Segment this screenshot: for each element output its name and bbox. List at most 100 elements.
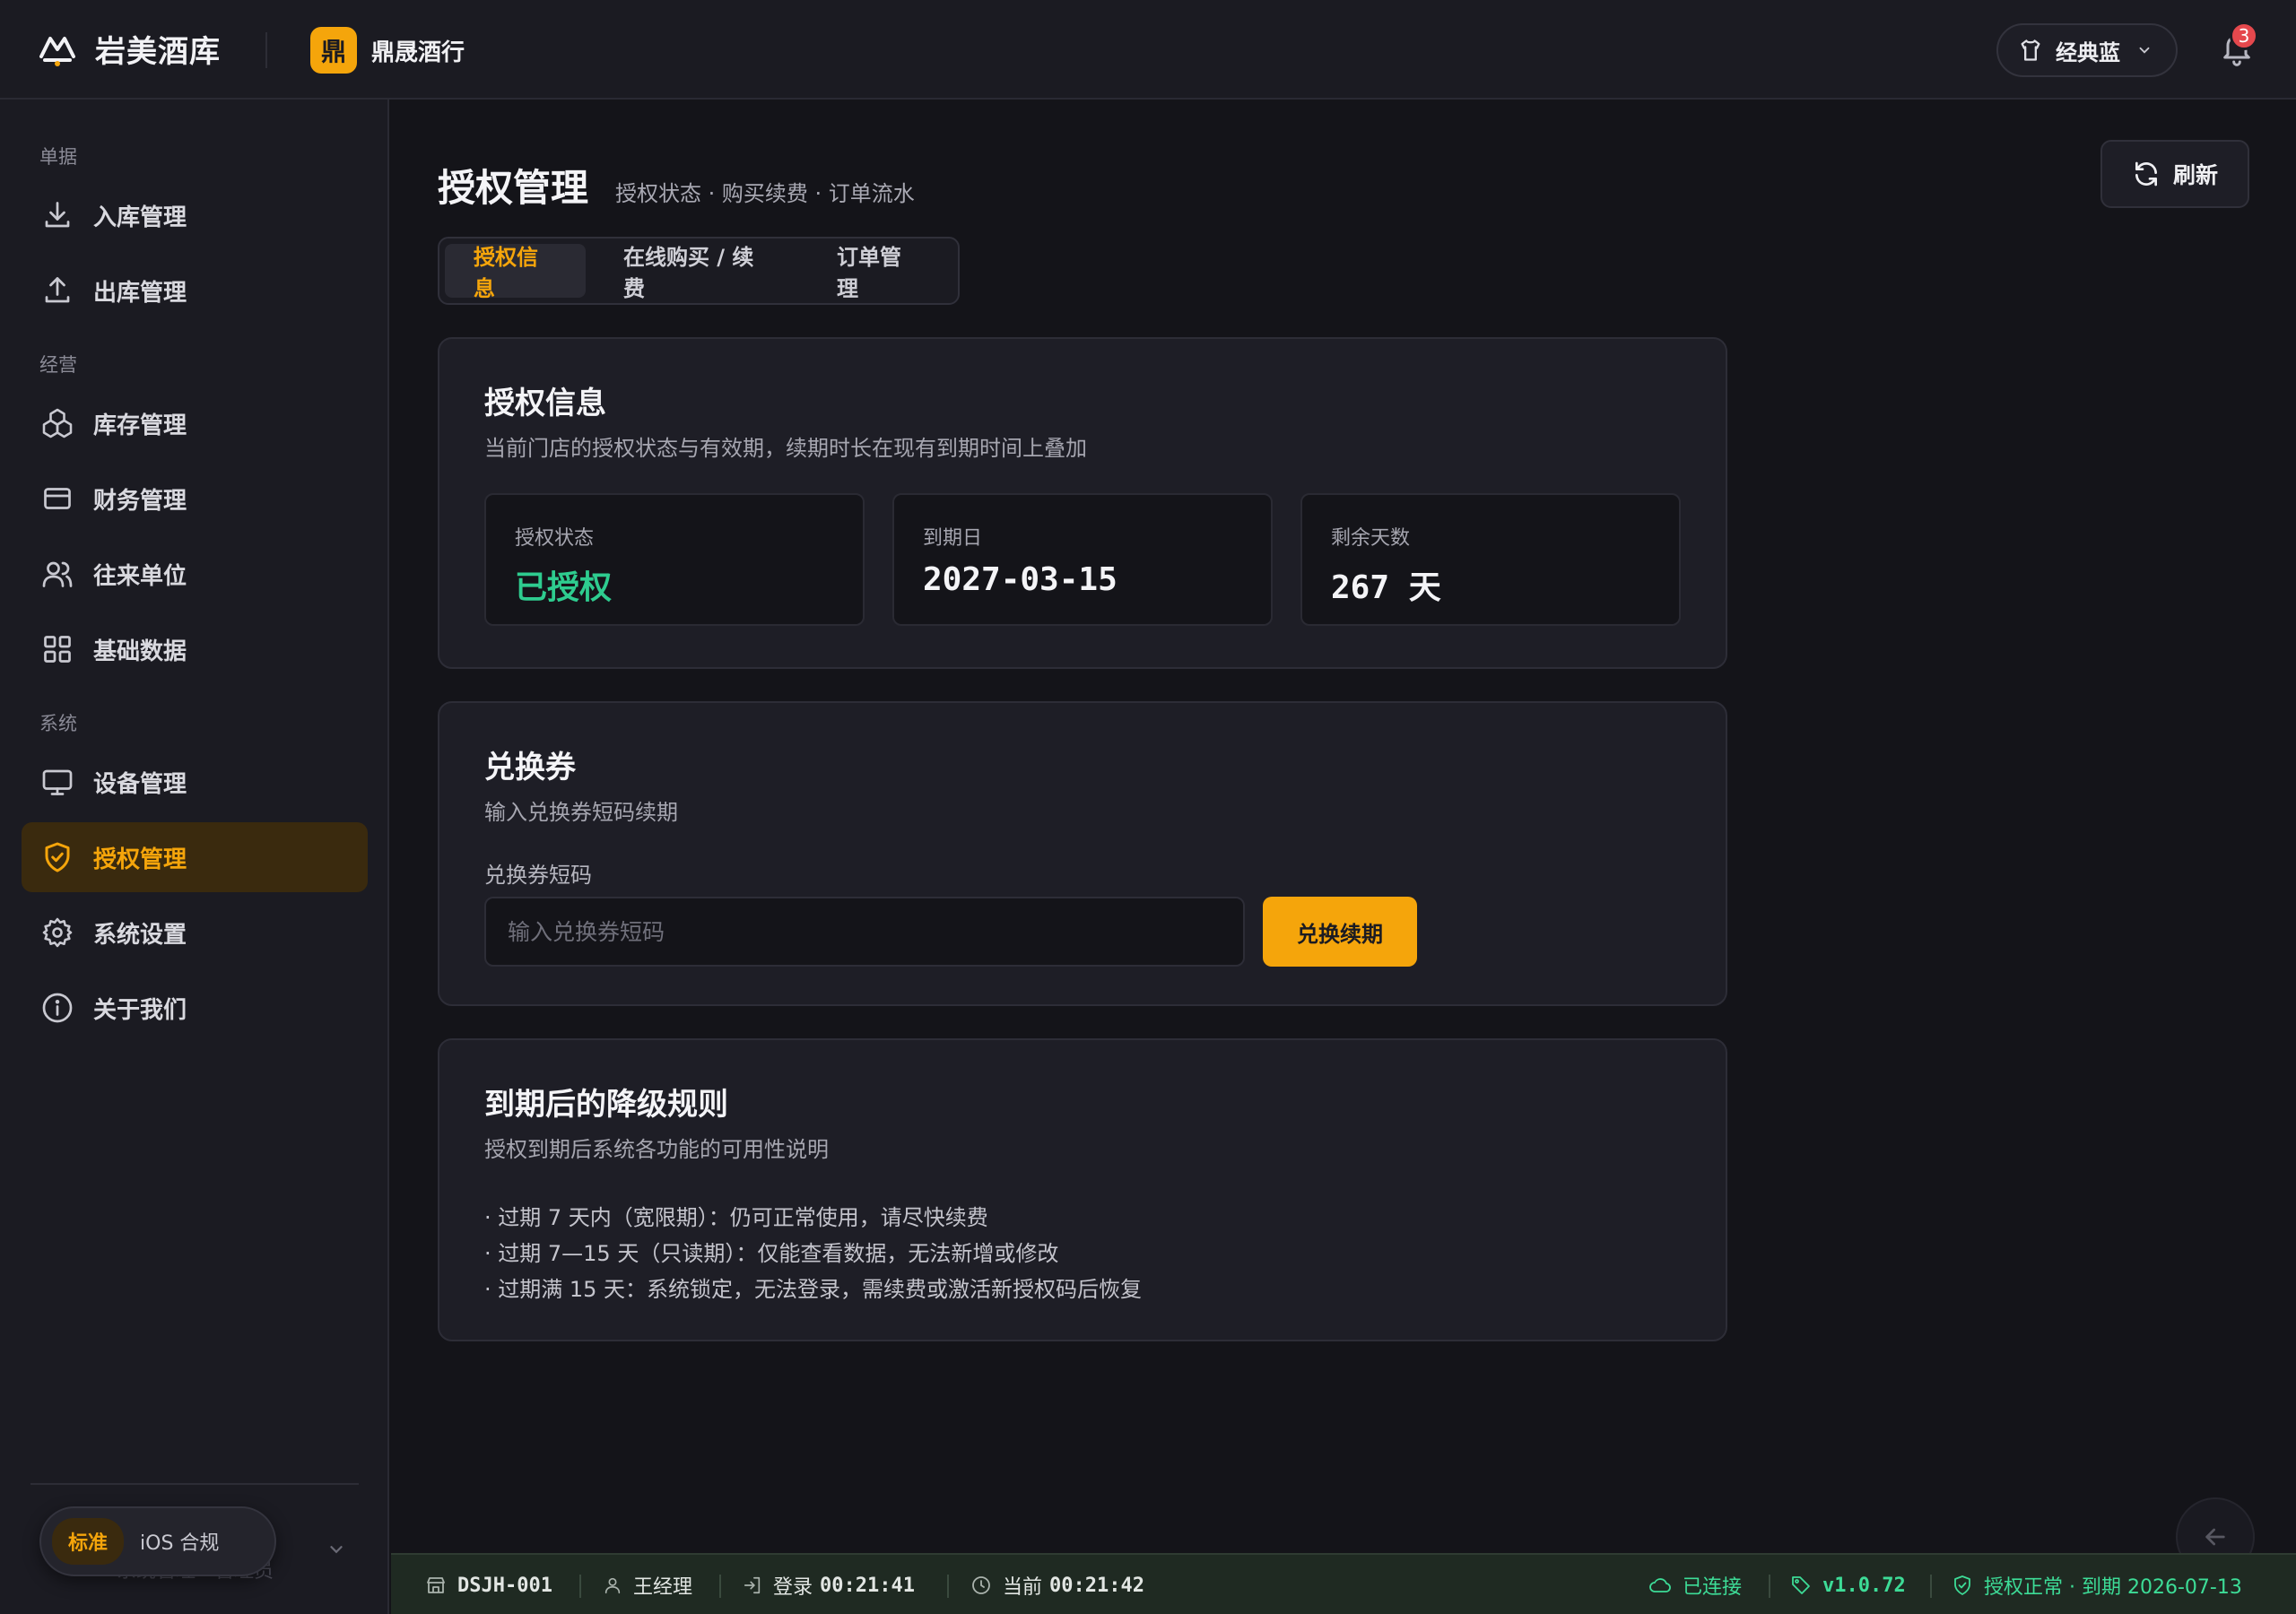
notification-badge: 3	[2230, 22, 2258, 50]
status-login-time: 登录 00:21:41	[743, 1555, 915, 1614]
downgrade-rules-card: 到期后的降级规则 授权到期后系统各功能的可用性说明 · 过期 7 天内（宽限期）…	[438, 1038, 1727, 1341]
rule-item: · 过期满 15 天：系统锁定，无法登录，需续费或激活新授权码后恢复	[484, 1277, 1143, 1302]
stat-remaining-days: 剩余天数 267 天	[1300, 493, 1681, 626]
license-status: 授权正常 · 到期 2026-07-13	[1984, 1576, 2242, 1599]
gear-icon	[41, 916, 74, 949]
sidebar-item-license[interactable]: 授权管理	[22, 822, 368, 892]
users-icon	[41, 558, 74, 590]
status-separator	[1769, 1575, 1770, 1598]
voucher-card: 兑换券 输入兑换券短码续期 兑换券短码 兑换续期	[438, 701, 1727, 1006]
brand[interactable]: 岩美酒库	[38, 27, 221, 71]
sidebar-item-label: 往来单位	[93, 562, 187, 590]
arrow-left-icon	[2201, 1523, 2230, 1551]
refresh-label: 刷新	[2172, 162, 2218, 188]
section-label-business: 经营	[39, 354, 77, 376]
stat-value: 已授权	[515, 569, 613, 606]
current-time: 00:21:42	[1049, 1574, 1144, 1597]
card-description: 当前门店的授权状态与有效期，续期时长在现有到期时间上叠加	[484, 436, 1087, 461]
mountain-logo-icon	[38, 30, 77, 69]
stat-expiry-date: 到期日 2027-03-15	[892, 493, 1273, 626]
connection-status: 已连接	[1683, 1576, 1743, 1599]
mode-ios-option[interactable]: iOS 合规	[124, 1518, 235, 1565]
sidebar-item-label: 入库管理	[93, 204, 187, 231]
status-separator	[1930, 1575, 1932, 1598]
card-description: 输入兑换券短码续期	[484, 800, 678, 825]
theme-selector-button[interactable]: 经典蓝	[1996, 23, 2178, 77]
shirt-icon	[2018, 38, 2043, 63]
status-license: 授权正常 · 到期 2026-07-13	[1952, 1555, 2242, 1614]
sidebar-item-label: 设备管理	[93, 770, 187, 798]
card-title: 兑换券	[484, 750, 576, 785]
tab-purchase-renew[interactable]: 在线购买 / 续费	[589, 244, 804, 301]
card-title: 到期后的降级规则	[484, 1087, 728, 1123]
status-current-time: 当前 00:21:42	[970, 1555, 1144, 1614]
status-separator	[579, 1575, 581, 1598]
tab-license-info[interactable]: 授权信息	[445, 244, 586, 301]
shield-check-icon	[1952, 1575, 1973, 1596]
sidebar-item-inbound[interactable]: 入库管理	[22, 180, 368, 250]
app-version: v1.0.72	[1822, 1574, 1906, 1597]
voucher-field-label: 兑换券短码	[484, 863, 592, 888]
user-icon	[603, 1575, 622, 1595]
sidebar-item-outbound[interactable]: 出库管理	[22, 256, 368, 325]
device-id: DSJH-001	[457, 1574, 552, 1597]
store-switcher[interactable]: 鼎 鼎晟酒行	[310, 27, 465, 74]
sidebar-item-base-data[interactable]: 基础数据	[22, 614, 368, 684]
tab-orders[interactable]: 订单管理	[808, 244, 949, 301]
license-info-card: 授权信息 当前门店的授权状态与有效期，续期时长在现有到期时间上叠加 授权状态 已…	[438, 337, 1727, 669]
sidebar-item-inventory[interactable]: 库存管理	[22, 388, 368, 458]
sidebar-item-settings[interactable]: 系统设置	[22, 898, 368, 968]
store-logo: 鼎	[310, 27, 357, 74]
grid-icon	[41, 633, 74, 665]
section-label-documents: 单据	[39, 146, 77, 168]
shield-check-icon	[41, 841, 74, 873]
stat-value: 267 天	[1331, 569, 1441, 606]
clock-icon	[970, 1575, 992, 1596]
card-description: 授权到期后系统各功能的可用性说明	[484, 1137, 829, 1162]
sidebar-item-label: 库存管理	[93, 412, 187, 439]
redeem-button[interactable]: 兑换续期	[1263, 897, 1417, 967]
tab-bar: 授权信息 在线购买 / 续费 订单管理	[438, 237, 960, 305]
login-time: 00:21:41	[820, 1574, 915, 1597]
section-label-system: 系统	[39, 713, 77, 734]
stat-label: 剩余天数	[1331, 527, 1411, 550]
sidebar-item-label: 授权管理	[93, 846, 187, 873]
user-name: 王经理	[633, 1576, 693, 1599]
sidebar-item-finance[interactable]: 财务管理	[22, 464, 368, 534]
current-label: 当前	[1003, 1576, 1043, 1599]
theme-label: 经典蓝	[2056, 39, 2120, 65]
voucher-code-input[interactable]	[484, 897, 1245, 967]
download-icon	[41, 199, 74, 231]
mode-standard-option[interactable]: 标准	[52, 1518, 125, 1565]
page-subtitle: 授权状态 · 购买续费 · 订单流水	[615, 181, 915, 206]
sidebar-item-partners[interactable]: 往来单位	[22, 539, 368, 609]
status-separator	[719, 1575, 721, 1598]
monitor-icon	[41, 766, 74, 798]
status-user: 王经理	[603, 1555, 692, 1614]
stat-label: 到期日	[923, 527, 983, 550]
store-name: 鼎晟酒行	[371, 39, 465, 66]
compliance-mode-toggle[interactable]: 标准 iOS 合规	[39, 1506, 276, 1576]
sidebar-item-label: 财务管理	[93, 487, 187, 515]
tag-icon	[1790, 1575, 1812, 1596]
app-name: 岩美酒库	[95, 34, 221, 70]
login-icon	[743, 1575, 762, 1595]
sidebar: 单据 入库管理 出库管理 经营 库存管理 财务管理 往来单位 基础数据 系统 设…	[0, 100, 389, 1614]
sidebar-item-label: 基础数据	[93, 638, 187, 665]
upload-icon	[41, 274, 74, 307]
rule-item: · 过期 7—15 天（只读期）：仅能查看数据，无法新增或修改	[484, 1241, 1059, 1266]
top-bar: 岩美酒库 鼎 鼎晟酒行 经典蓝 3	[0, 0, 2296, 100]
sidebar-item-label: 系统设置	[93, 921, 187, 949]
sidebar-item-about[interactable]: 关于我们	[22, 973, 368, 1043]
rule-item: · 过期 7 天内（宽限期）：仍可正常使用，请尽快续费	[484, 1205, 988, 1230]
status-version: v1.0.72	[1790, 1555, 1906, 1614]
store-icon	[425, 1575, 447, 1596]
topbar-divider	[265, 32, 267, 68]
status-separator	[947, 1575, 949, 1598]
sidebar-item-devices[interactable]: 设备管理	[22, 747, 368, 817]
sidebar-item-label: 出库管理	[93, 279, 187, 307]
chevron-down-icon[interactable]	[326, 1540, 346, 1559]
refresh-button[interactable]: 刷新	[2100, 140, 2249, 208]
stat-license-status: 授权状态 已授权	[484, 493, 865, 626]
login-label: 登录	[773, 1576, 813, 1599]
